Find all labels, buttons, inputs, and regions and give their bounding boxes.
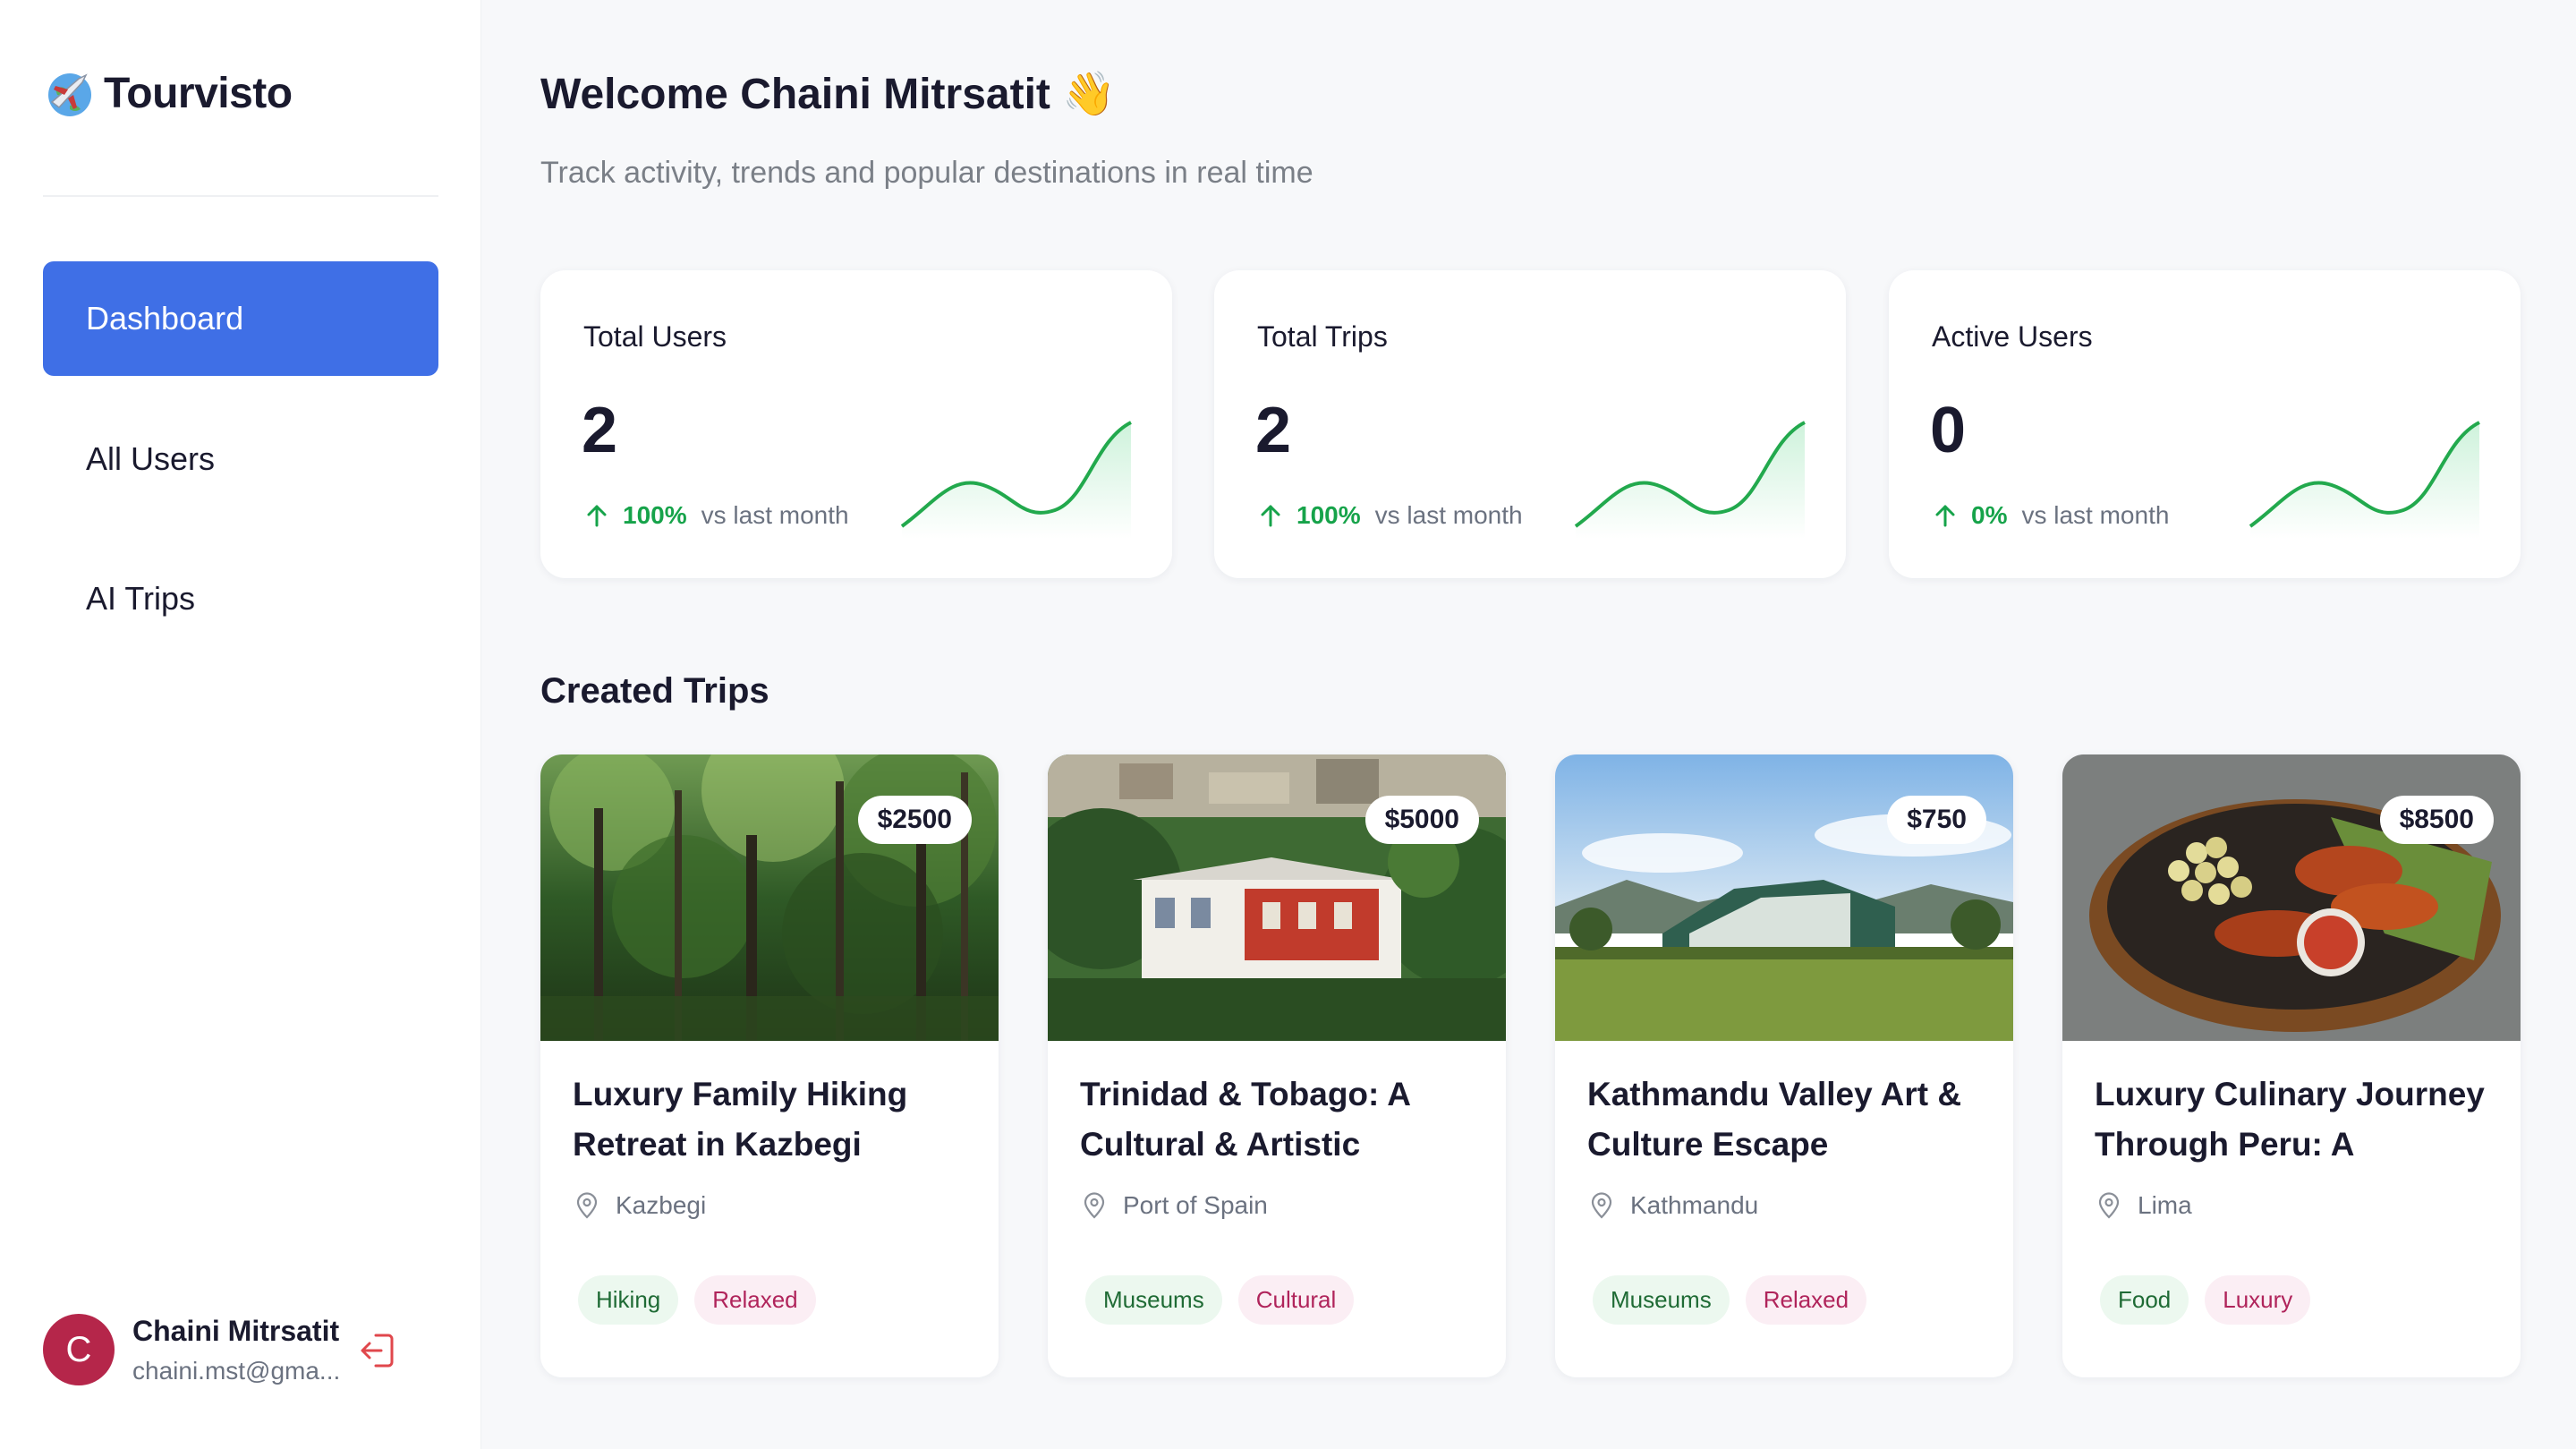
nav-item-all-users[interactable]: All Users bbox=[43, 402, 438, 516]
divider bbox=[43, 195, 438, 197]
price-badge: $750 bbox=[1887, 796, 1986, 844]
location-pin-icon bbox=[576, 1192, 598, 1219]
stat-value: 0 bbox=[1930, 395, 1967, 466]
avatar[interactable]: C bbox=[43, 1314, 115, 1385]
stat-compare-label: vs last month bbox=[1374, 501, 1523, 529]
brand-name: Tourvisto bbox=[104, 69, 293, 117]
nav-item-dashboard[interactable]: Dashboard bbox=[43, 261, 438, 376]
price-badge: $5000 bbox=[1365, 796, 1479, 844]
nav-item-ai-trips[interactable]: AI Trips bbox=[43, 541, 438, 656]
tag-chip: Food bbox=[2100, 1275, 2189, 1325]
arrow-up-icon bbox=[587, 505, 607, 527]
stat-value: 2 bbox=[582, 395, 618, 466]
page-title: Welcome Chaini Mitrsatit 👋 bbox=[540, 71, 1116, 118]
sparkline-chart bbox=[900, 421, 1132, 539]
trip-title: Luxury Culinary Journey Through Peru: A … bbox=[2095, 1076, 2485, 1163]
trip-location: Kathmandu bbox=[1587, 1191, 1758, 1220]
brand[interactable]: Tourvisto bbox=[43, 66, 293, 120]
logout-icon[interactable] bbox=[358, 1330, 399, 1371]
arrow-up-icon bbox=[1261, 505, 1280, 527]
stat-change: 100% vs last month bbox=[1257, 501, 1523, 530]
trip-tags: Hiking Relaxed bbox=[578, 1275, 816, 1325]
stat-label: Active Users bbox=[1932, 320, 2093, 353]
tag-chip: Museums bbox=[1593, 1275, 1730, 1325]
section-title: Created Trips bbox=[540, 671, 769, 711]
stat-card-total-trips: Total Trips 2 100% vs last month bbox=[1214, 270, 1846, 578]
location-pin-icon bbox=[2098, 1192, 2120, 1219]
user-email: chaini.mst@gma... bbox=[132, 1356, 341, 1385]
globe-plane-icon bbox=[48, 73, 91, 116]
nav-item-label: All Users bbox=[86, 440, 216, 477]
stat-change: 100% vs last month bbox=[583, 501, 849, 530]
tag-chip: Museums bbox=[1085, 1275, 1222, 1325]
trip-card[interactable]: $2500 Luxury Family Hiking Retreat in Ka… bbox=[540, 754, 999, 1377]
trip-title: Luxury Family Hiking Retreat in Kazbegi bbox=[573, 1076, 908, 1163]
tag-chip: Cultural bbox=[1237, 1275, 1355, 1325]
trip-tags: Museums Cultural bbox=[1085, 1275, 1355, 1325]
sparkline-chart bbox=[1574, 421, 1806, 539]
location-pin-icon bbox=[1084, 1192, 1105, 1219]
stat-label: Total Users bbox=[583, 320, 727, 353]
trip-location-label: Port of Spain bbox=[1123, 1191, 1268, 1219]
stat-change-percent: 100% bbox=[1297, 501, 1361, 529]
trip-location-label: Lima bbox=[2138, 1191, 2192, 1219]
sparkline-chart bbox=[2249, 421, 2480, 539]
trip-location: Kazbegi bbox=[573, 1191, 706, 1220]
tag-chip: Relaxed bbox=[694, 1275, 816, 1325]
stat-change-percent: 100% bbox=[623, 501, 687, 529]
stat-compare-label: vs last month bbox=[701, 501, 849, 529]
location-pin-icon bbox=[1591, 1192, 1612, 1219]
page-subtitle: Track activity, trends and popular desti… bbox=[540, 156, 1314, 190]
tag-chip: Relaxed bbox=[1745, 1275, 1867, 1325]
nav-item-label: Dashboard bbox=[86, 300, 244, 337]
stat-card-total-users: Total Users 2 100% vs last month bbox=[540, 270, 1172, 578]
tag-chip: Hiking bbox=[578, 1275, 679, 1325]
trip-tags: Museums Relaxed bbox=[1593, 1275, 1867, 1325]
trip-location: Port of Spain bbox=[1080, 1191, 1268, 1220]
price-badge: $2500 bbox=[857, 796, 972, 844]
trip-location-label: Kathmandu bbox=[1630, 1191, 1759, 1219]
stat-card-active-users: Active Users 0 0% vs last month bbox=[1889, 270, 2521, 578]
user-name: Chaini Mitrsatit bbox=[132, 1314, 340, 1347]
trip-card[interactable]: $5000 Trinidad & Tobago: A Cultural & Ar… bbox=[1048, 754, 1506, 1377]
trip-card[interactable]: $750 Kathmandu Valley Art & Culture Esca… bbox=[1555, 754, 2013, 1377]
stat-change-percent: 0% bbox=[1971, 501, 2008, 529]
stat-compare-label: vs last month bbox=[2021, 501, 2170, 529]
sidebar: Tourvisto Dashboard All Users AI Trips C… bbox=[0, 0, 481, 1449]
stat-value: 2 bbox=[1255, 395, 1292, 466]
trip-card[interactable]: $8500 Luxury Culinary Journey Through Pe… bbox=[2062, 754, 2521, 1377]
stat-label: Total Trips bbox=[1257, 320, 1388, 353]
user-profile: C Chaini Mitrsatit chaini.mst@gma... bbox=[43, 1314, 340, 1385]
trip-location: Lima bbox=[2095, 1191, 2192, 1220]
trip-title: Kathmandu Valley Art & Culture Escape bbox=[1587, 1076, 1962, 1163]
trip-tags: Food Luxury bbox=[2100, 1275, 2311, 1325]
arrow-up-icon bbox=[1935, 505, 1955, 527]
trip-location-label: Kazbegi bbox=[616, 1191, 707, 1219]
stat-change: 0% vs last month bbox=[1932, 501, 2169, 530]
nav-item-label: AI Trips bbox=[86, 580, 196, 617]
price-badge: $8500 bbox=[2379, 796, 2494, 844]
tag-chip: Luxury bbox=[2205, 1275, 2311, 1325]
trip-title: Trinidad & Tobago: A Cultural & Artistic… bbox=[1080, 1076, 1410, 1163]
